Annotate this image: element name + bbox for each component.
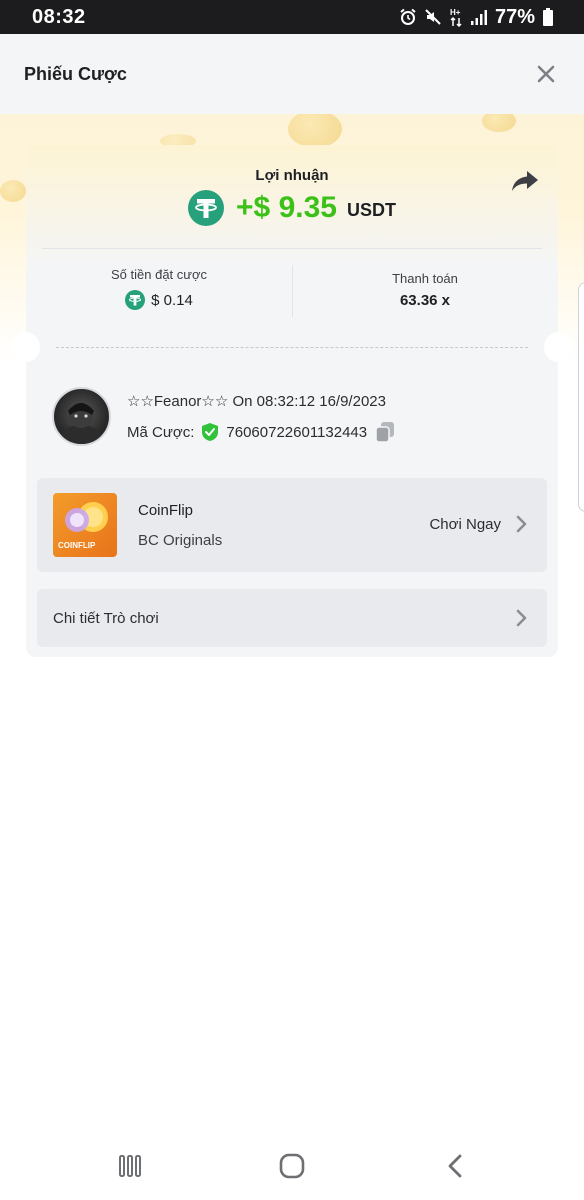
play-now-button[interactable]: Chơi Ngay xyxy=(429,515,529,533)
share-icon xyxy=(512,171,538,191)
divider xyxy=(42,248,542,249)
ticket-notch xyxy=(12,332,40,362)
page-header: Phiếu Cược xyxy=(0,34,584,114)
play-now-label: Chơi Ngay xyxy=(429,515,501,533)
verified-shield-icon xyxy=(202,423,219,441)
game-details-row[interactable]: Chi tiết Trò chơi xyxy=(37,589,547,647)
bet-id-row: Mã Cược: 76060722601132443 xyxy=(127,421,395,443)
battery-level: 77% xyxy=(494,5,535,28)
signal-icon xyxy=(470,10,487,25)
data-icon: H+ xyxy=(450,8,462,27)
bet-id: 76060722601132443 xyxy=(226,423,368,441)
profit-amount: +$ 9.35 xyxy=(236,191,337,224)
chevron-right-icon xyxy=(516,609,527,627)
tether-icon xyxy=(188,190,225,226)
bet-amount-label: Số tiền đặt cược xyxy=(111,267,207,282)
payout-label: Thanh toán xyxy=(392,271,458,286)
avatar-image xyxy=(61,403,101,444)
user-info: ☆☆Feanor☆☆ On 08:32:12 16/9/2023 xyxy=(127,392,386,410)
close-icon xyxy=(537,65,555,83)
game-thumb-label: COINFLIP xyxy=(58,541,96,550)
game-name: CoinFlip xyxy=(138,502,194,519)
coinflip-logo: COINFLIP xyxy=(58,502,108,550)
bet-slip-card: Lợi nhuận +$ 9.35 USDT Số tiền đặt cược … xyxy=(12,145,572,657)
svg-text:H+: H+ xyxy=(450,8,461,17)
username[interactable]: ☆☆Feanor☆☆ xyxy=(127,393,228,410)
share-button[interactable] xyxy=(510,165,540,195)
game-details-label: Chi tiết Trò chơi xyxy=(53,609,159,627)
bet-amount-row: $ 0.14 xyxy=(26,290,292,310)
bet-amount-stat: Số tiền đặt cược $ 0.14 xyxy=(26,267,292,310)
home-icon xyxy=(279,1153,305,1179)
side-panel-handle[interactable] xyxy=(578,282,584,512)
profit-label: Lợi nhuận xyxy=(255,167,329,184)
home-button[interactable] xyxy=(272,1150,312,1182)
bet-id-label: Mã Cược: xyxy=(127,423,195,441)
payout-value: 63.36 x xyxy=(399,292,451,309)
status-time: 08:32 xyxy=(32,5,86,28)
profit-currency: USDT xyxy=(346,199,396,220)
status-icons: H+ 77% xyxy=(399,6,554,29)
profit-row: +$ 9.35 USDT xyxy=(26,190,558,226)
dashed-separator xyxy=(56,347,528,348)
back-button[interactable] xyxy=(436,1150,476,1182)
tether-icon xyxy=(125,290,146,310)
avatar[interactable] xyxy=(52,387,111,446)
back-icon xyxy=(448,1154,462,1178)
recent-apps-icon xyxy=(119,1155,141,1177)
chevron-right-icon xyxy=(516,515,527,533)
game-thumbnail: COINFLIP xyxy=(53,493,117,557)
alarm-icon xyxy=(400,8,416,25)
bet-amount-value: $ 0.14 xyxy=(151,291,193,309)
mute-icon xyxy=(425,9,441,25)
ticket-notch xyxy=(544,332,572,362)
game-card[interactable]: COINFLIP CoinFlip BC Originals Chơi Ngay xyxy=(37,478,547,572)
battery-icon xyxy=(543,8,553,26)
copy-icon[interactable] xyxy=(375,421,395,443)
game-provider: BC Originals xyxy=(138,532,223,549)
page-title: Phiếu Cược xyxy=(24,63,127,84)
close-button[interactable] xyxy=(532,60,560,88)
recent-apps-button[interactable] xyxy=(110,1150,150,1182)
system-nav-bar xyxy=(0,1130,584,1200)
bet-time: On 08:32:12 16/9/2023 xyxy=(232,393,386,410)
status-bar: 08:32 H+ 77% xyxy=(0,0,584,34)
payout-stat: Thanh toán 63.36 x xyxy=(292,271,558,309)
payout-row: 63.36 x xyxy=(292,292,558,309)
